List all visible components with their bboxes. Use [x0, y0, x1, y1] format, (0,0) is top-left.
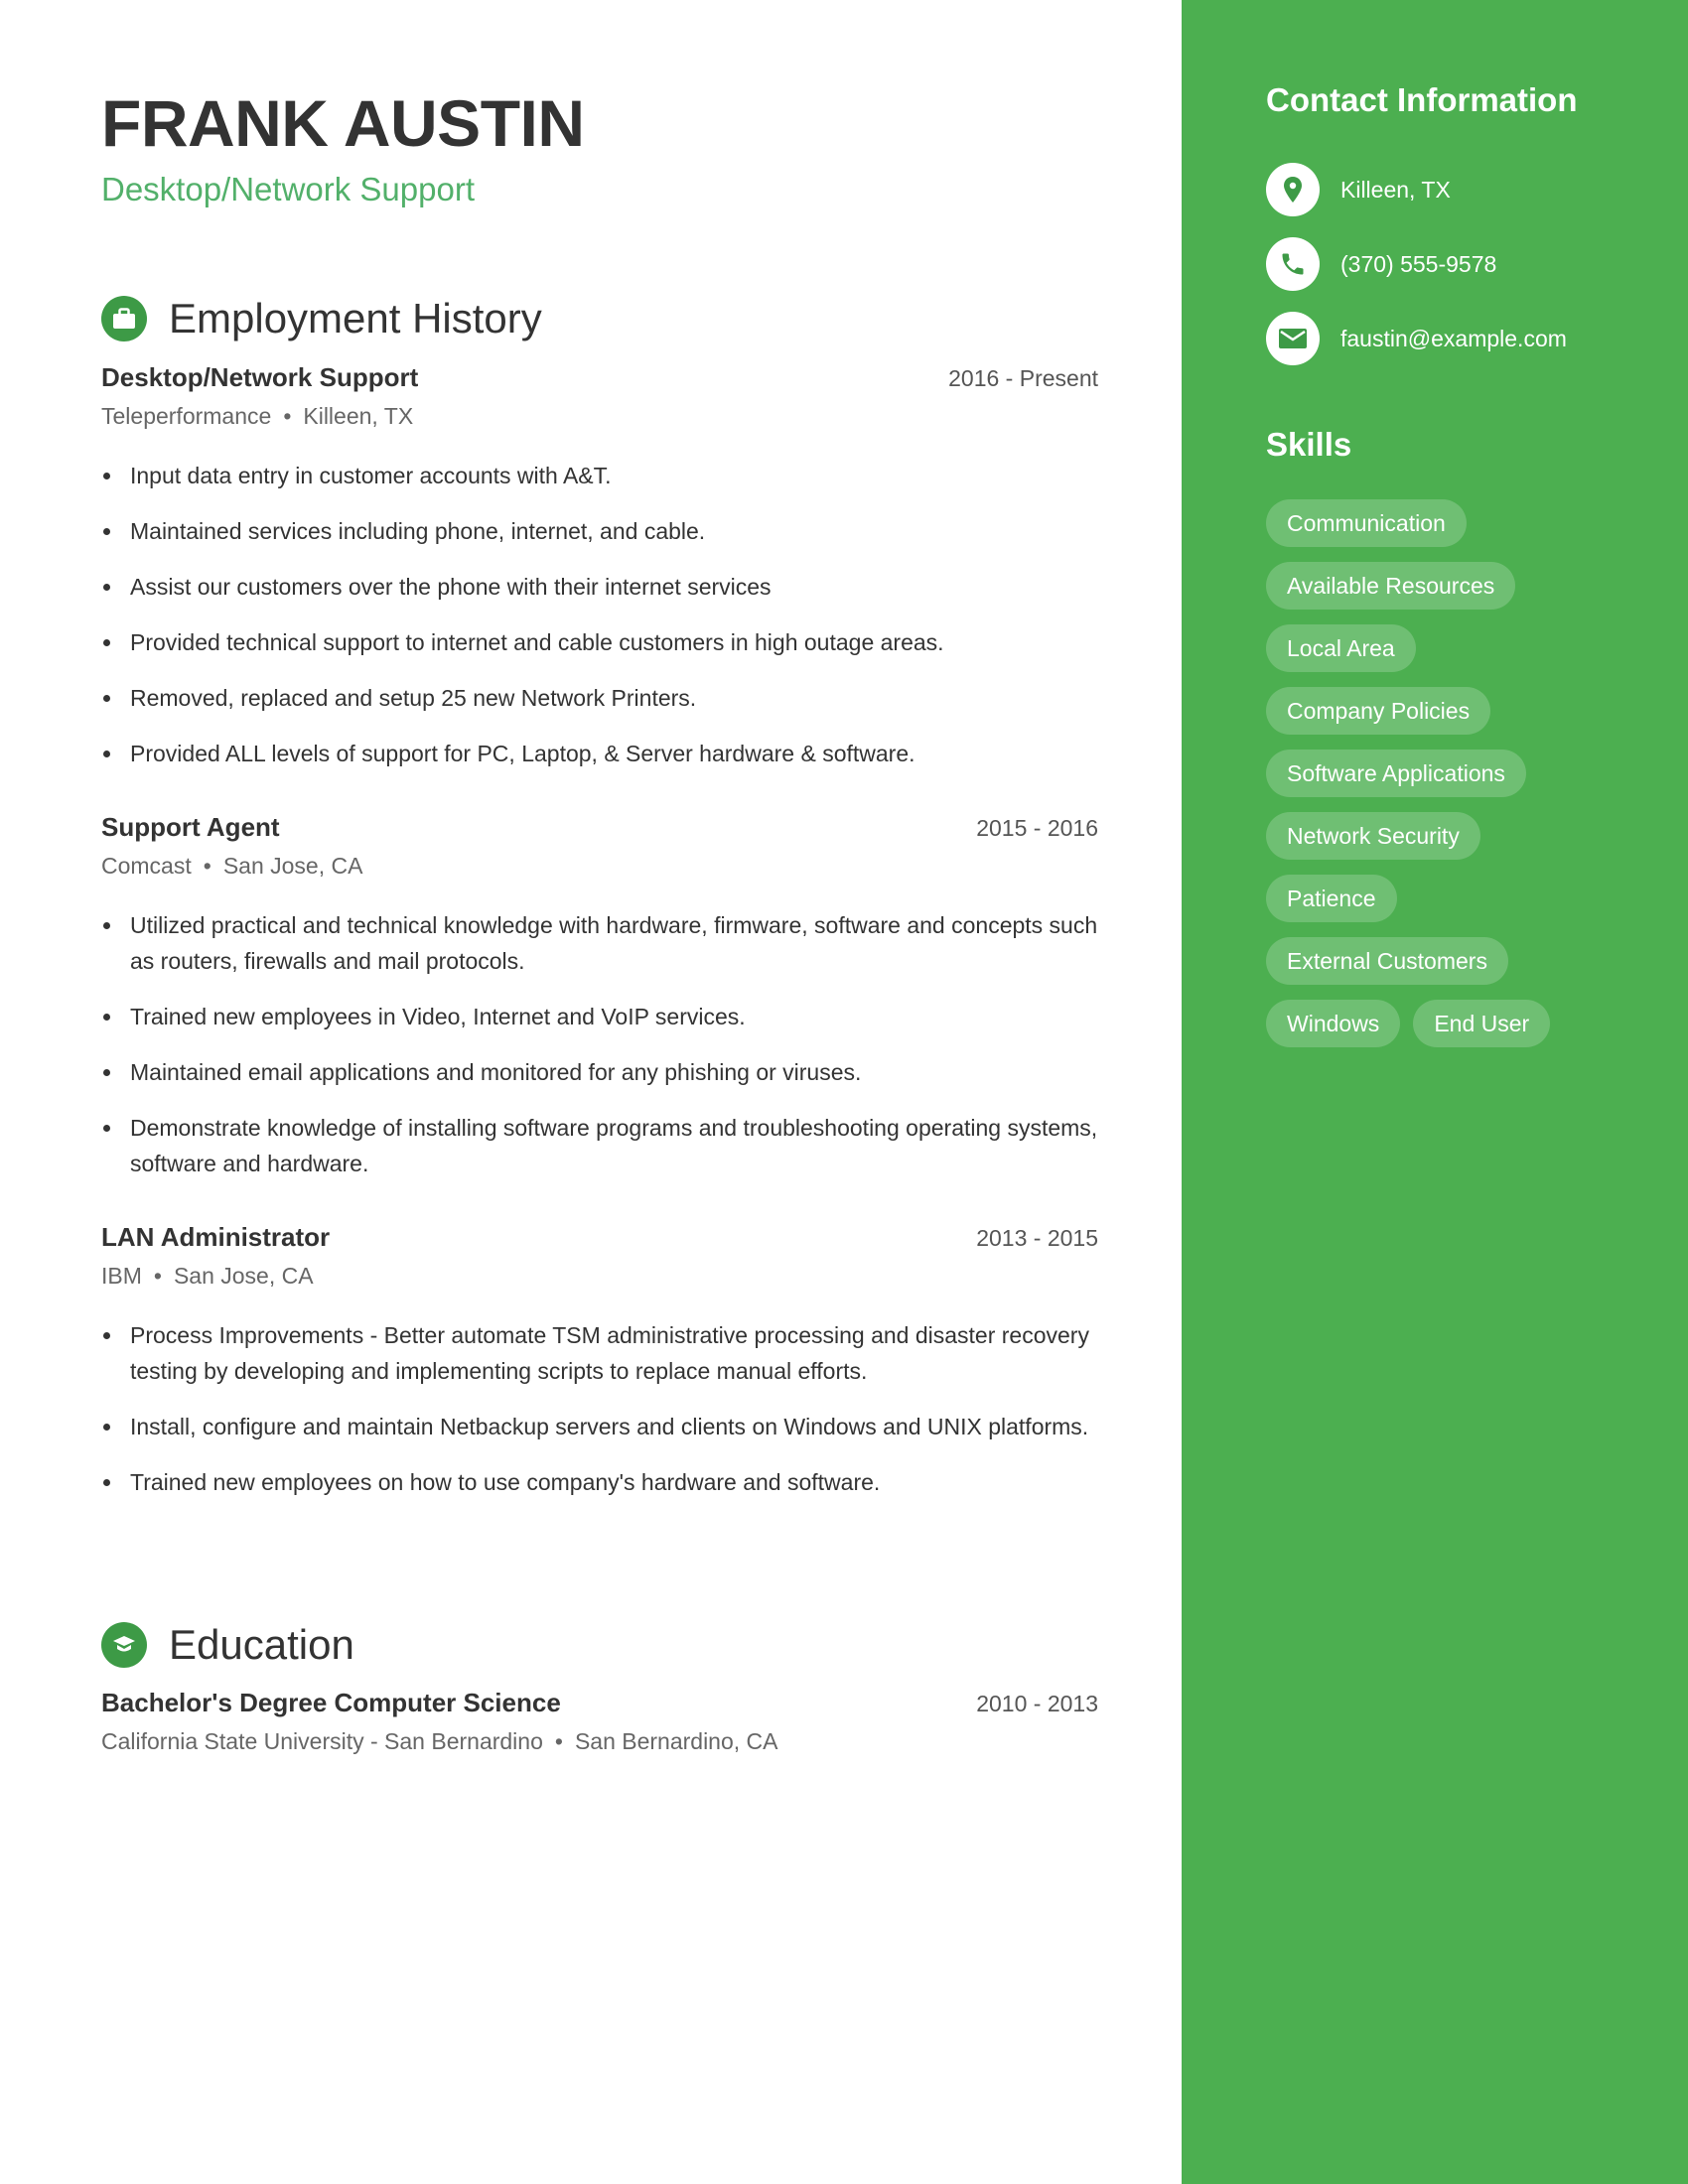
bullet-item: Assist our customers over the phone with…	[101, 569, 1098, 605]
education-section-header: Education	[101, 1621, 354, 1669]
job-entry: LAN Administrator 2013 - 2015 IBM • San Jo…	[101, 1222, 1098, 1520]
bullet-item: Input data entry in customer accounts wi…	[101, 458, 1098, 493]
degree-title: Bachelor's Degree Computer Science	[101, 1688, 561, 1717]
briefcase-icon	[101, 296, 147, 341]
job-bullets: Process Improvements - Better automate T…	[101, 1317, 1098, 1500]
contact-email-text[interactable]: faustin@example.com	[1340, 326, 1567, 352]
contact-location: Killeen, TX	[1266, 163, 1451, 216]
contact-phone: (370) 555-9578	[1266, 237, 1496, 291]
job-company: IBM	[101, 1263, 142, 1289]
skill-tag: Network Security	[1266, 812, 1480, 860]
phone-icon	[1266, 237, 1320, 291]
job-location: Killeen, TX	[303, 403, 414, 429]
school-name: California State University - San Bernar…	[101, 1728, 543, 1754]
skill-tag: Communication	[1266, 499, 1467, 547]
job-company: Teleperformance	[101, 403, 272, 429]
contact-email: faustin@example.com	[1266, 312, 1567, 365]
job-company: Comcast	[101, 853, 192, 879]
job-bullets: Input data entry in customer accounts wi…	[101, 458, 1098, 771]
bullet-item: Provided technical support to internet a…	[101, 624, 1098, 660]
bullet-item: Install, configure and maintain Netbacku…	[101, 1409, 1098, 1444]
sidebar: Contact Information Killeen, TX (370) 55…	[1182, 0, 1688, 2184]
job-entry: Support Agent 2015 - 2016 Comcast • San Jo…	[101, 812, 1098, 1201]
separator-dot: •	[203, 853, 211, 879]
skill-tag: Patience	[1266, 875, 1397, 922]
skill-tag: Local Area	[1266, 624, 1416, 672]
candidate-title: Desktop/Network Support	[101, 171, 476, 207]
contact-location-text: Killeen, TX	[1340, 176, 1451, 203]
bullet-item: Demonstrate knowledge of installing soft…	[101, 1110, 1098, 1181]
graduation-cap-icon	[101, 1622, 147, 1668]
employment-heading: Employment History	[169, 295, 542, 341]
separator-dot: •	[283, 403, 292, 429]
bullet-item: Maintained services including phone, int…	[101, 513, 1098, 549]
job-title: LAN Administrator	[101, 1222, 331, 1252]
bullet-item: Provided ALL levels of support for PC, L…	[101, 736, 1098, 771]
job-title: Desktop/Network Support	[101, 362, 419, 392]
envelope-icon	[1266, 312, 1320, 365]
job-dates: 2016 - Present	[948, 365, 1098, 391]
candidate-name: FRANK AUSTIN	[101, 86, 585, 160]
job-dates: 2013 - 2015	[976, 1225, 1098, 1251]
skill-tag: Company Policies	[1266, 687, 1491, 735]
bullet-item: Trained new employees in Video, Internet…	[101, 999, 1098, 1034]
bullet-item: Process Improvements - Better automate T…	[101, 1317, 1098, 1389]
skill-tag: Available Resources	[1266, 562, 1516, 610]
bullet-item: Utilized practical and technical knowled…	[101, 907, 1098, 979]
contact-phone-text[interactable]: (370) 555-9578	[1340, 251, 1496, 278]
location-pin-icon	[1266, 163, 1320, 216]
education-dates: 2010 - 2013	[976, 1691, 1098, 1716]
school-location: San Bernardino, CA	[574, 1728, 778, 1754]
employment-section-header: Employment History	[101, 295, 542, 342]
skills-list: Communication Available Resources Local …	[1266, 499, 1623, 1047]
skill-tag: External Customers	[1266, 937, 1508, 985]
bullet-item: Maintained email applications and monito…	[101, 1054, 1098, 1090]
job-location: San Jose, CA	[173, 1263, 314, 1289]
education-entry: Bachelor's Degree Computer Science 2010 …	[101, 1688, 1098, 1755]
bullet-item: Trained new employees on how to use comp…	[101, 1464, 1098, 1500]
separator-dot: •	[554, 1728, 563, 1754]
skill-tag: Software Applications	[1266, 750, 1526, 797]
job-location: San Jose, CA	[222, 853, 363, 879]
skill-tag: Windows	[1266, 1000, 1401, 1047]
job-bullets: Utilized practical and technical knowled…	[101, 907, 1098, 1181]
education-heading: Education	[169, 1621, 354, 1668]
separator-dot: •	[153, 1263, 162, 1289]
bullet-item: Removed, replaced and setup 25 new Netwo…	[101, 680, 1098, 716]
job-title: Support Agent	[101, 812, 280, 842]
job-dates: 2015 - 2016	[976, 815, 1098, 841]
skill-tag: End User	[1413, 1000, 1551, 1047]
skills-heading: Skills	[1266, 426, 1352, 463]
job-entry: Desktop/Network Support 2016 - Present T…	[101, 362, 1098, 791]
contact-heading: Contact Information	[1266, 81, 1578, 118]
